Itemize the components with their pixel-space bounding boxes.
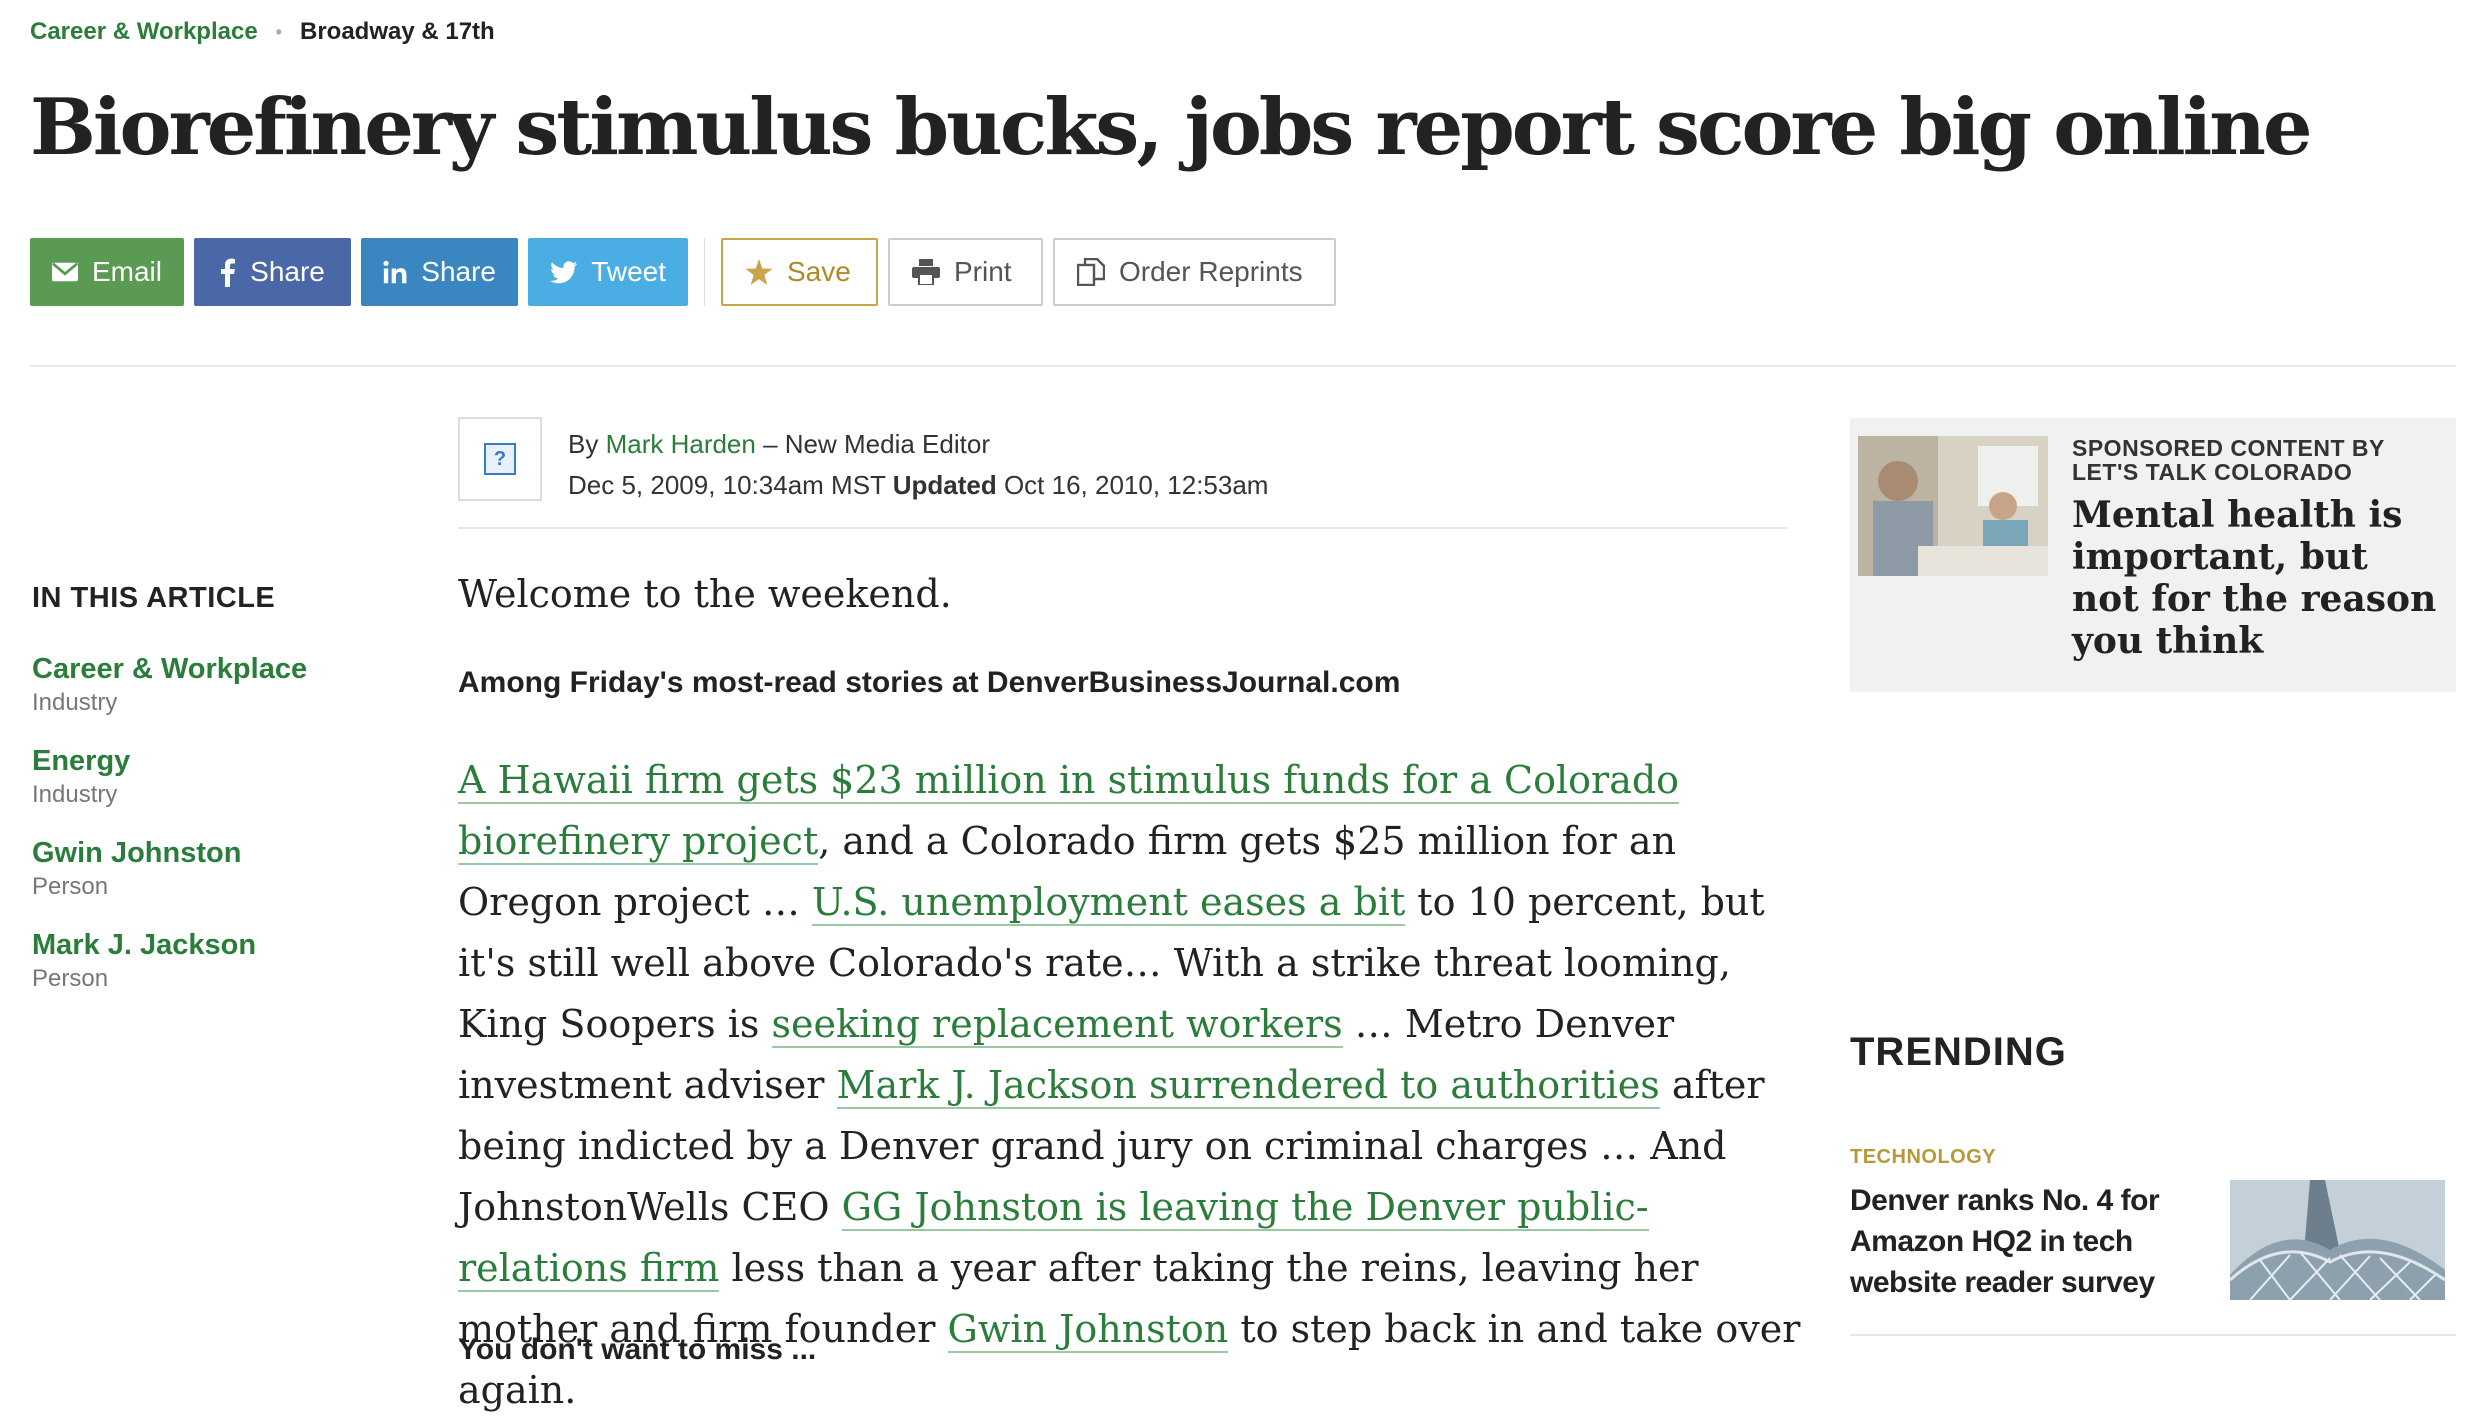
updated-date: Oct 16, 2010, 12:53am: [1003, 470, 1269, 500]
article-paragraph: A Hawaii firm gets $23 million in stimul…: [458, 750, 1808, 1421]
trending-category-link[interactable]: TECHNOLOGY: [1850, 1146, 1996, 1169]
breadcrumb-column-link[interactable]: Broadway & 17th: [300, 18, 495, 46]
breadcrumb: Career & Workplace • Broadway & 17th: [30, 18, 495, 46]
order-reprints-label: Order Reprints: [1119, 256, 1303, 287]
topic-link[interactable]: Gwin Johnston: [32, 834, 307, 872]
topic-link[interactable]: Mark J. Jackson: [32, 926, 307, 964]
sponsored-label-sponsor: LET'S TALK COLORADO: [2072, 459, 2353, 485]
sponsored-title-link[interactable]: Mental health is important, but not for …: [2072, 494, 2442, 662]
topic-type: Person: [32, 965, 109, 992]
author-role: – New Media Editor: [763, 429, 990, 459]
print-label: Print: [954, 256, 1012, 287]
page-title: Biorefinery stimulus bucks, jobs report …: [30, 82, 2313, 173]
sponsored-label: SPONSORED CONTENT BY LET'S TALK COLORADO: [2072, 436, 2385, 484]
byline: By Mark Harden – New Media Editor Dec 5,…: [568, 424, 1268, 506]
story-link-king-soopers[interactable]: seeking replacement workers: [771, 1002, 1343, 1048]
email-share-label: Email: [91, 256, 162, 287]
publish-date: Dec 5, 2009, 10:34am MST: [568, 470, 886, 500]
save-label: Save: [787, 256, 851, 287]
sponsored-thumbnail[interactable]: [1858, 436, 2048, 576]
list-item: Energy Industry: [32, 742, 307, 834]
topic-link[interactable]: Career & Workplace: [32, 650, 307, 688]
facebook-icon: [221, 258, 236, 287]
story-link-jackson[interactable]: Mark J. Jackson surrendered to authoriti…: [836, 1063, 1660, 1109]
breadcrumb-section-link[interactable]: Career & Workplace: [30, 18, 258, 46]
linkedin-icon: [383, 260, 407, 284]
trending-story-link[interactable]: Denver ranks No. 4 for Amazon HQ2 in tec…: [1850, 1180, 2180, 1303]
facebook-share-button[interactable]: Share: [194, 238, 351, 306]
sponsored-card[interactable]: SPONSORED CONTENT BY LET'S TALK COLORADO…: [1850, 418, 2456, 692]
envelope-icon: [52, 262, 78, 282]
in-this-article-heading: IN THIS ARTICLE: [32, 582, 276, 614]
author-link[interactable]: Mark Harden: [606, 429, 756, 459]
linkedin-share-label: Share: [421, 256, 496, 287]
trending-heading: TRENDING: [1850, 1030, 2067, 1074]
topic-type: Person: [32, 873, 109, 900]
print-button[interactable]: Print: [888, 238, 1043, 306]
article-intro: Welcome to the weekend.: [458, 572, 952, 616]
missing-image-icon: ?: [484, 443, 516, 475]
twitter-share-button[interactable]: Tweet: [528, 238, 688, 306]
list-item: Mark J. Jackson Person: [32, 926, 307, 1018]
twitter-bird-icon: [550, 261, 578, 284]
more-heading: You don't want to miss ...: [458, 1333, 817, 1366]
twitter-share-label: Tweet: [591, 256, 666, 287]
toolbar-divider: [704, 238, 705, 306]
byline-by: By: [568, 429, 599, 459]
story-link-unemployment[interactable]: U.S. unemployment eases a bit: [811, 880, 1406, 926]
header-divider: [30, 365, 2456, 367]
article-subhead: Among Friday's most-read stories at Denv…: [458, 666, 1401, 699]
topic-link[interactable]: Energy: [32, 742, 307, 780]
byline-divider: [458, 527, 1788, 529]
trending-thumbnail[interactable]: [2230, 1180, 2445, 1300]
copy-pages-icon: [1077, 258, 1105, 286]
sponsored-label-line: SPONSORED CONTENT BY: [2072, 435, 2385, 461]
share-toolbar: Email Share Share Tweet Save Print Order…: [30, 238, 1336, 306]
byline-author-row: By Mark Harden – New Media Editor: [568, 424, 1268, 465]
list-item: Gwin Johnston Person: [32, 834, 307, 926]
updated-label: Updated: [892, 470, 997, 500]
linkedin-share-button[interactable]: Share: [361, 238, 518, 306]
trending-divider: [1850, 1334, 2456, 1336]
story-link-gwin-johnston[interactable]: Gwin Johnston: [947, 1307, 1229, 1353]
topic-type: Industry: [32, 781, 118, 808]
star-icon: [745, 258, 773, 285]
printer-icon: [912, 259, 940, 285]
author-avatar[interactable]: ?: [458, 417, 542, 501]
order-reprints-button[interactable]: Order Reprints: [1053, 238, 1336, 306]
byline-dates: Dec 5, 2009, 10:34am MST Updated Oct 16,…: [568, 465, 1268, 506]
email-share-button[interactable]: Email: [30, 238, 184, 306]
save-button[interactable]: Save: [721, 238, 878, 306]
breadcrumb-separator: •: [275, 21, 282, 42]
topic-type: Industry: [32, 689, 118, 716]
list-item: Career & Workplace Industry: [32, 650, 307, 742]
in-this-article-list: Career & Workplace Industry Energy Indus…: [32, 650, 307, 1018]
facebook-share-label: Share: [250, 256, 325, 287]
